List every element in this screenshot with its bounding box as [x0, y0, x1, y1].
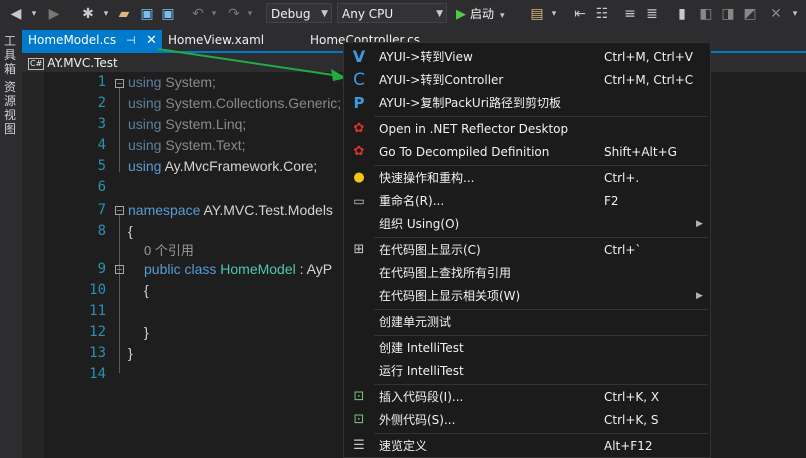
menu-item-label: 创建单元测试 [379, 315, 452, 329]
surround-with-icon: ⊡ [353, 412, 365, 427]
menu-item-label: 在代码图上显示(C) [379, 243, 481, 257]
menu-item-run-intellitest[interactable]: 运行 IntelliTest [344, 360, 710, 382]
ayui-v-icon: V [352, 47, 366, 66]
submenu-arrow-icon: ▶ [696, 291, 703, 301]
ayui-p-icon: P [353, 94, 365, 112]
menu-item-show-on-codemap[interactable]: ⊞ 在代码图上显示(C) Ctrl+` [344, 239, 710, 261]
menu-item-open-reflector[interactable]: ✿ Open in .NET Reflector Desktop [344, 118, 710, 140]
menu-item-label: 外侧代码(S)... [379, 413, 456, 427]
menu-item-shortcut: Ctrl+. [604, 171, 640, 185]
rename-icon: ▭ [353, 194, 365, 208]
menu-item-quick-actions[interactable]: ● 快速操作和重构... Ctrl+. [344, 167, 710, 189]
menu-separator [374, 335, 708, 336]
menu-separator [374, 116, 708, 117]
menu-item-label: 快速操作和重构... [379, 171, 475, 185]
menu-item-label: 在代码图上查找所有引用 [379, 266, 512, 280]
menu-item-label: 插入代码段(I)... [379, 390, 464, 404]
submenu-arrow-icon: ▶ [696, 219, 703, 229]
codemap-icon: ⊞ [353, 242, 365, 257]
lightbulb-icon: ● [353, 170, 365, 185]
menu-separator [374, 433, 708, 434]
menu-item-label: 重命名(R)... [379, 194, 445, 208]
menu-item-label: AYUI->转到View [379, 50, 473, 64]
menu-separator [374, 309, 708, 310]
context-menu: V AYUI->转到View Ctrl+M, Ctrl+V C AYUI->转到… [343, 42, 711, 458]
menu-item-rename[interactable]: ▭ 重命名(R)... F2 [344, 190, 710, 212]
menu-item-goto-controller[interactable]: C AYUI->转到Controller Ctrl+M, Ctrl+C [344, 69, 710, 91]
menu-item-label: AYUI->复制PackUri路径到剪切板 [379, 96, 561, 110]
menu-item-label: 创建 IntelliTest [379, 341, 464, 355]
menu-item-label: AYUI->转到Controller [379, 73, 504, 87]
menu-separator [374, 165, 708, 166]
menu-item-peek-definition[interactable]: ☰ 速览定义 Alt+F12 [344, 435, 710, 457]
menu-item-label: Go To Decompiled Definition [379, 145, 550, 159]
menu-item-shortcut: Ctrl+M, Ctrl+V [604, 50, 694, 64]
insert-snippet-icon: ⊡ [353, 389, 365, 404]
menu-item-goto-decompiled[interactable]: ✿ Go To Decompiled Definition Shift+Alt+… [344, 141, 710, 163]
menu-item-shortcut: Ctrl+` [604, 243, 642, 257]
menu-item-label: 在代码图上显示相关项(W) [379, 289, 521, 303]
menu-separator [374, 237, 708, 238]
menu-item-shortcut: Ctrl+M, Ctrl+C [604, 73, 694, 87]
menu-item-label: Open in .NET Reflector Desktop [379, 122, 569, 136]
menu-item-find-refs-codemap[interactable]: 在代码图上查找所有引用 [344, 262, 710, 284]
menu-item-show-related-codemap[interactable]: 在代码图上显示相关项(W) ▶ [344, 285, 710, 307]
menu-item-insert-snippet[interactable]: ⊡ 插入代码段(I)... Ctrl+K, X [344, 386, 710, 408]
menu-item-shortcut: Alt+F12 [604, 439, 653, 453]
menu-item-shortcut: Ctrl+K, X [604, 390, 660, 404]
menu-item-goto-view[interactable]: V AYUI->转到View Ctrl+M, Ctrl+V [344, 46, 710, 68]
menu-item-shortcut: F2 [604, 194, 619, 208]
menu-item-copy-packuri[interactable]: P AYUI->复制PackUri路径到剪切板 [344, 92, 710, 114]
menu-item-shortcut: Shift+Alt+G [604, 145, 677, 159]
peek-definition-icon: ☰ [353, 438, 365, 453]
menu-item-shortcut: Ctrl+K, S [604, 413, 659, 427]
menu-item-organize-usings[interactable]: 组织 Using(O) ▶ [344, 213, 710, 235]
menu-item-surround-with[interactable]: ⊡ 外侧代码(S)... Ctrl+K, S [344, 409, 710, 431]
reflector-icon: ✿ [353, 121, 365, 136]
arrow-line [157, 48, 334, 76]
menu-item-label: 运行 IntelliTest [379, 364, 464, 378]
menu-item-create-unit-tests[interactable]: 创建单元测试 [344, 311, 710, 333]
menu-item-create-intellitest[interactable]: 创建 IntelliTest [344, 337, 710, 359]
menu-separator [374, 384, 708, 385]
menu-item-label: 组织 Using(O) [379, 217, 460, 231]
menu-item-label: 速览定义 [379, 439, 428, 453]
ayui-c-icon: C [353, 70, 365, 90]
reflector-icon: ✿ [353, 144, 365, 159]
